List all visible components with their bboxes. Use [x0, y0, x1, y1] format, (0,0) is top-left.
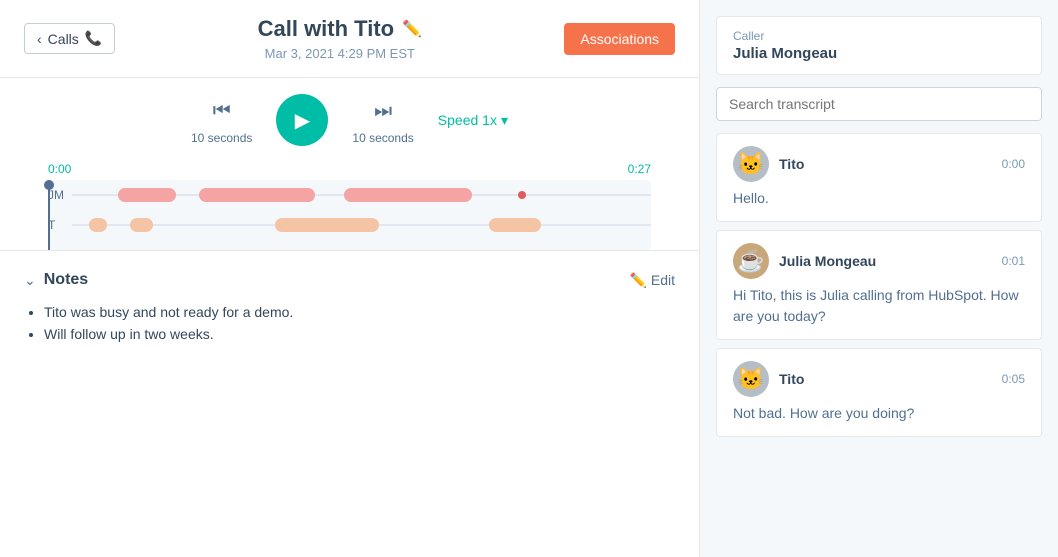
notes-item-2: Will follow up in two weeks.: [44, 323, 675, 345]
rewind-group: ⏮ 10 seconds: [191, 96, 252, 145]
speaker-name-0: Tito: [779, 156, 992, 172]
waveform-container: 0:00 0:27 JM: [24, 162, 675, 250]
phone-icon: 📞: [85, 30, 102, 47]
title-section: Call with Tito ✏️ Mar 3, 2021 4:29 PM ES…: [115, 16, 564, 61]
chevron-left-icon: ‹: [37, 31, 42, 47]
jm-track-label: JM: [48, 188, 72, 202]
transcript-entry-2: 🐱 Tito 0:05 Not bad. How are you doing?: [716, 348, 1042, 437]
jm-seg-3: [344, 188, 471, 202]
transcript-text-2: Not bad. How are you doing?: [733, 403, 1025, 424]
playback-controls: ⏮ 10 seconds ▶ ⏭ 10 seconds Speed 1x ▾: [191, 94, 508, 146]
caller-info: Caller Julia Mongeau: [716, 16, 1042, 75]
notes-edit-button[interactable]: ✏️ Edit: [629, 272, 675, 289]
forward-group: ⏭ 10 seconds: [352, 96, 413, 145]
rewind-button[interactable]: ⏮: [209, 96, 235, 127]
notes-edit-icon: ✏️: [629, 272, 646, 289]
t-seg-3: [275, 218, 379, 232]
speed-button[interactable]: Speed 1x ▾: [438, 112, 508, 129]
speaker-name-2: Tito: [779, 371, 992, 387]
notes-title-group: ⌄ Notes: [24, 271, 88, 289]
notes-chevron-icon[interactable]: ⌄: [24, 272, 36, 289]
t-seg-1: [89, 218, 106, 232]
play-button[interactable]: ▶: [276, 94, 328, 146]
audio-player: ⏮ 10 seconds ▶ ⏭ 10 seconds Speed 1x ▾ 0…: [0, 78, 699, 250]
t-track-row: T: [48, 210, 651, 240]
search-input[interactable]: [716, 87, 1042, 121]
jm-seg-dot: [518, 191, 526, 199]
transcript-header-2: 🐱 Tito 0:05: [733, 361, 1025, 397]
transcript-entry-0: 🐱 Tito 0:00 Hello.: [716, 133, 1042, 222]
play-icon: ▶: [295, 108, 310, 133]
jm-track-area: [72, 180, 651, 210]
t-seg-4: [489, 218, 541, 232]
waveform-track[interactable]: JM T: [48, 180, 651, 250]
notes-edit-label: Edit: [651, 272, 675, 288]
t-track-label: T: [48, 218, 72, 232]
time-start: 0:00: [48, 162, 71, 176]
forward-label: 10 seconds: [352, 131, 413, 145]
playhead-line: [48, 180, 50, 250]
transcript-list: 🐱 Tito 0:00 Hello. ☕ Julia Mongeau 0:01 …: [716, 133, 1042, 541]
transcript-text-0: Hello.: [733, 188, 1025, 209]
transcript-text-1: Hi Tito, this is Julia calling from HubS…: [733, 285, 1025, 327]
timestamp-2: 0:05: [1002, 372, 1025, 386]
avatar-2: 🐱: [733, 361, 769, 397]
back-button[interactable]: ‹ Calls 📞: [24, 23, 115, 54]
avatar-0: 🐱: [733, 146, 769, 182]
speed-label: Speed 1x: [438, 112, 497, 128]
jm-track-row: JM: [48, 180, 651, 210]
left-panel: ‹ Calls 📞 Call with Tito ✏️ Mar 3, 2021 …: [0, 0, 700, 557]
transcript-header-0: 🐱 Tito 0:00: [733, 146, 1025, 182]
transcript-header-1: ☕ Julia Mongeau 0:01: [733, 243, 1025, 279]
call-date: Mar 3, 2021 4:29 PM EST: [265, 46, 415, 61]
notes-header: ⌄ Notes ✏️ Edit: [24, 271, 675, 289]
playhead-dot: [44, 180, 54, 190]
back-label: Calls: [48, 31, 79, 47]
right-panel: Caller Julia Mongeau 🐱 Tito 0:00 Hello. …: [700, 0, 1058, 557]
caller-name: Julia Mongeau: [733, 45, 1025, 62]
notes-section: ⌄ Notes ✏️ Edit Tito was busy and not re…: [0, 250, 699, 557]
avatar-1: ☕: [733, 243, 769, 279]
t-seg-2: [130, 218, 153, 232]
jm-seg-2: [199, 188, 315, 202]
page-title: Call with Tito: [258, 16, 394, 42]
speed-chevron-icon: ▾: [501, 112, 508, 129]
time-labels: 0:00 0:27: [48, 162, 651, 176]
header: ‹ Calls 📞 Call with Tito ✏️ Mar 3, 2021 …: [0, 0, 699, 78]
jm-seg-1: [118, 188, 176, 202]
notes-item-1: Tito was busy and not ready for a demo.: [44, 301, 675, 323]
time-end: 0:27: [628, 162, 651, 176]
timestamp-0: 0:00: [1002, 157, 1025, 171]
t-track-area: [72, 210, 651, 240]
speaker-name-1: Julia Mongeau: [779, 253, 992, 269]
associations-button[interactable]: Associations: [564, 23, 675, 55]
timestamp-1: 0:01: [1002, 254, 1025, 268]
caller-label: Caller: [733, 29, 1025, 43]
notes-list: Tito was busy and not ready for a demo. …: [24, 301, 675, 346]
forward-button[interactable]: ⏭: [370, 96, 396, 127]
notes-title: Notes: [44, 271, 88, 289]
call-title-row: Call with Tito ✏️: [258, 16, 422, 42]
rewind-label: 10 seconds: [191, 131, 252, 145]
transcript-entry-1: ☕ Julia Mongeau 0:01 Hi Tito, this is Ju…: [716, 230, 1042, 340]
edit-title-icon[interactable]: ✏️: [402, 19, 422, 39]
